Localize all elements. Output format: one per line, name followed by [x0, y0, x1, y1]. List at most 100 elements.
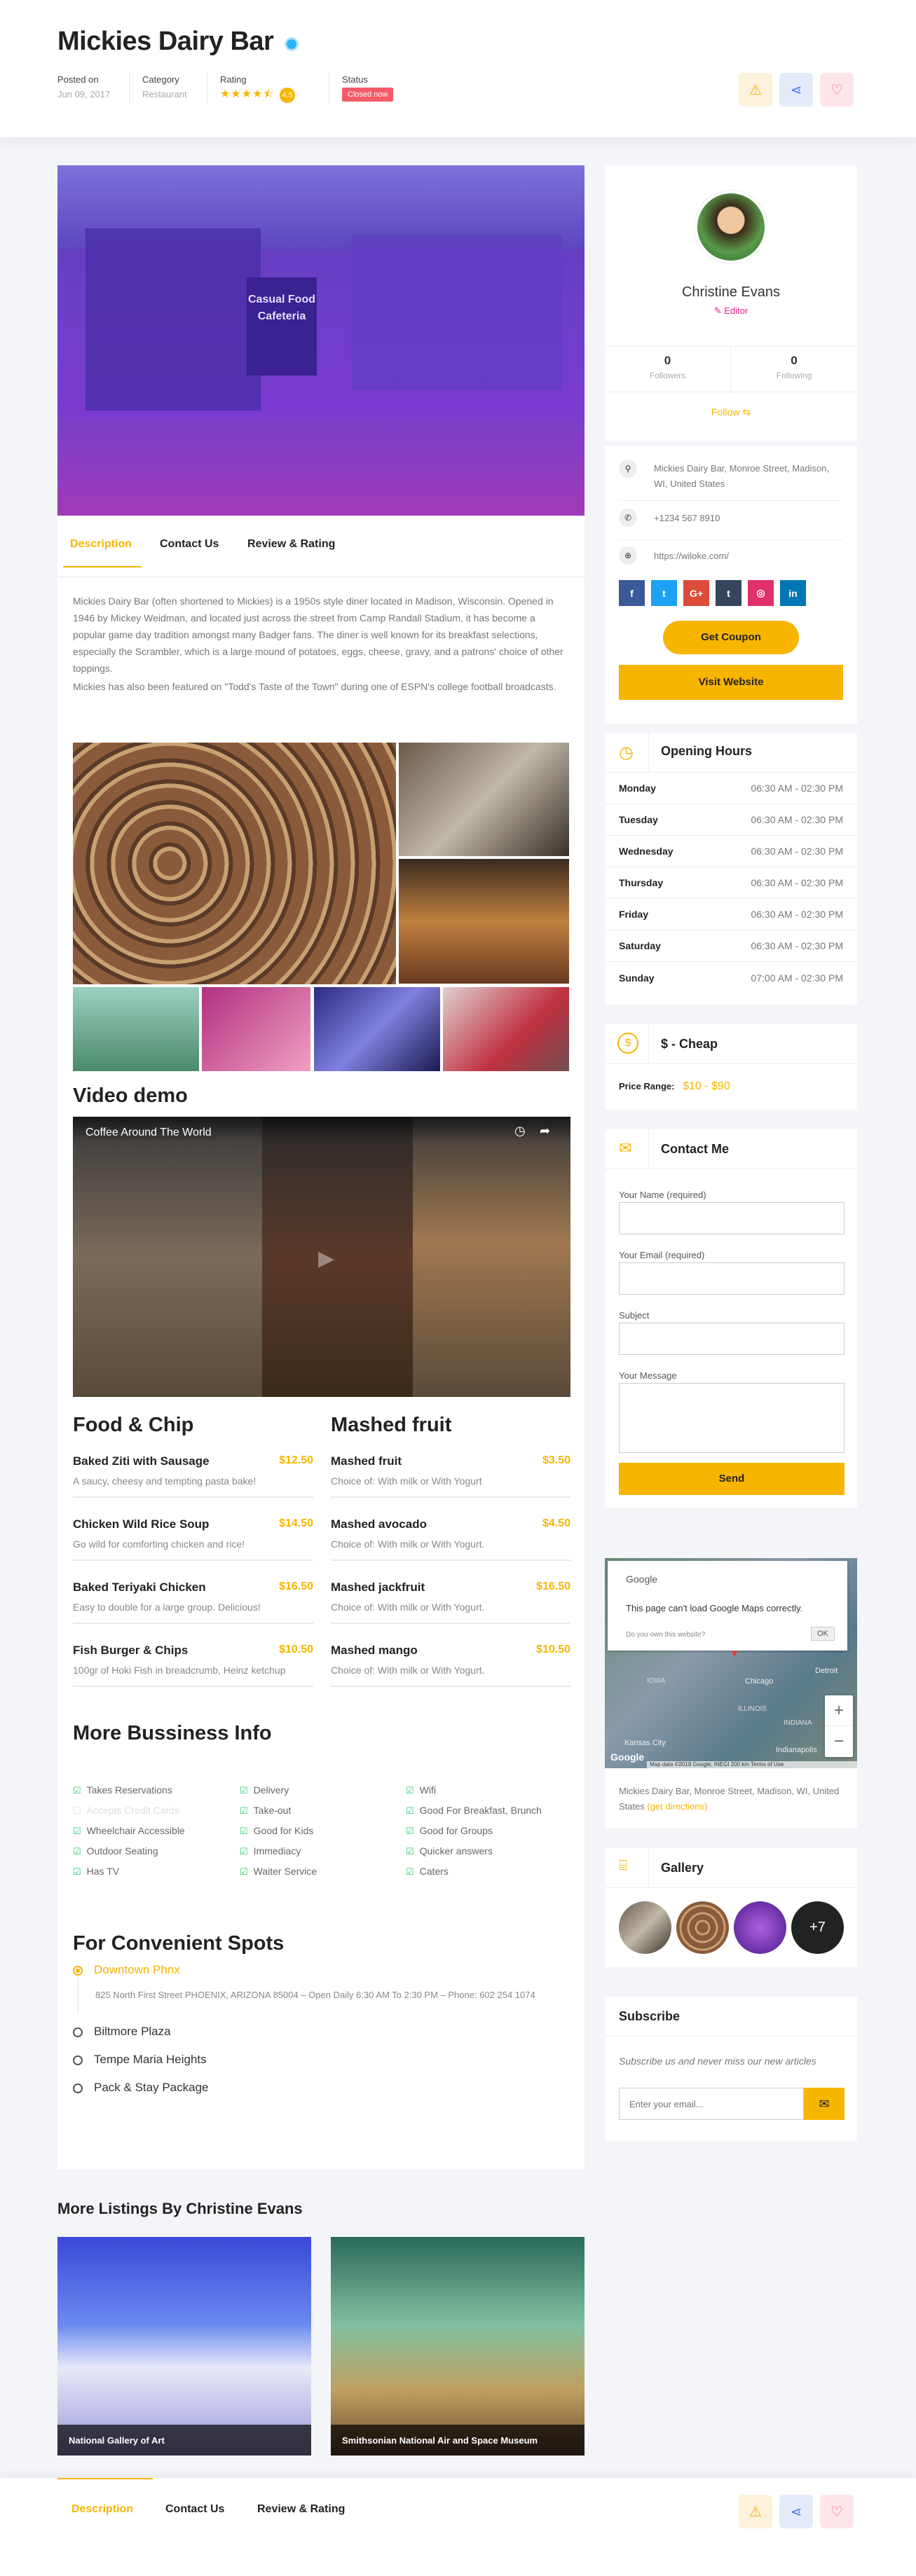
- google-logo: Google: [610, 1751, 645, 1763]
- radio-checked-icon[interactable]: [73, 1965, 83, 1976]
- bottom-tab-contact[interactable]: Contact Us: [165, 2503, 224, 2516]
- favorite-button[interactable]: ♡: [820, 73, 854, 106]
- radio-icon[interactable]: [73, 2055, 83, 2065]
- gallery-more[interactable]: +7: [791, 1901, 844, 1954]
- favorite-button[interactable]: ♡: [820, 2495, 854, 2528]
- category-meta[interactable]: Category Restaurant: [142, 74, 187, 99]
- rating-meta: Rating ★★★★⯪ 4.5: [220, 74, 296, 105]
- map-embed[interactable]: IOWA ILLINOIS INDIANA Chicago Detroit Ka…: [605, 1558, 857, 1768]
- spot-item[interactable]: Biltmore Plaza: [73, 2025, 570, 2039]
- description-text: Mickies has also been featured on "Todd'…: [73, 681, 556, 692]
- directions-link[interactable]: (get directions): [647, 1801, 707, 1812]
- subject-input[interactable]: [619, 1323, 845, 1355]
- map-attribution: Map data ©2018 Google, INEGI 200 km Term…: [647, 1761, 857, 1768]
- hero-image: Casual Food Cafeteria: [57, 165, 585, 516]
- following-count: 0: [791, 354, 798, 367]
- bottom-tab-description[interactable]: Description: [71, 2503, 133, 2516]
- twitter-icon[interactable]: t: [651, 580, 677, 606]
- spot-item[interactable]: Pack & Stay Package: [73, 2081, 570, 2095]
- contact-form-heading: Contact Me: [661, 1142, 730, 1156]
- tab-contact[interactable]: Contact Us: [160, 538, 219, 551]
- share-icon[interactable]: ➦: [540, 1124, 550, 1138]
- tab-description[interactable]: Description: [70, 538, 132, 551]
- instagram-icon[interactable]: ◎: [748, 580, 774, 606]
- business-heading: More Bussiness Info: [73, 1722, 272, 1744]
- gallery-photo[interactable]: [314, 987, 440, 1071]
- map-error-text: This page can't load Google Maps correct…: [626, 1603, 803, 1613]
- radio-icon[interactable]: [73, 2027, 83, 2037]
- gallery-thumb[interactable]: [734, 1901, 786, 1954]
- warning-icon: ⚠: [749, 2504, 762, 2520]
- zoom-out-button[interactable]: −: [825, 1726, 853, 1757]
- name-input[interactable]: [619, 1202, 845, 1234]
- check-icon: ☑: [406, 1826, 414, 1836]
- map-own-text[interactable]: Do you own this website?: [626, 1631, 705, 1639]
- author-name[interactable]: Christine Evans: [605, 284, 857, 301]
- listing-card[interactable]: National Gallery of Art: [57, 2237, 311, 2456]
- video-player[interactable]: Coffee Around The World ◷ ➦ ▶: [73, 1117, 570, 1397]
- amenity-item: ☑ Immediacy: [240, 1845, 301, 1857]
- subject-label: Subject: [619, 1310, 650, 1321]
- subscribe-button[interactable]: ✉: [804, 2088, 845, 2120]
- radio-icon[interactable]: [73, 2083, 83, 2093]
- gallery-photo[interactable]: [443, 987, 569, 1071]
- facebook-icon[interactable]: f: [619, 580, 645, 606]
- heart-icon: ♡: [830, 82, 843, 98]
- gallery-photo[interactable]: [73, 987, 199, 1071]
- bottom-tab-reviews[interactable]: Review & Rating: [257, 2503, 345, 2516]
- report-button[interactable]: ⚠: [739, 73, 772, 106]
- clock-icon[interactable]: ◷: [514, 1124, 526, 1138]
- gallery-thumb[interactable]: [676, 1901, 729, 1954]
- hours-heading: Opening Hours: [661, 744, 752, 758]
- subscribe-email-input[interactable]: [619, 2088, 804, 2120]
- message-textarea[interactable]: [619, 1383, 845, 1453]
- check-icon: ☑: [73, 1826, 81, 1836]
- linkedin-icon[interactable]: in: [780, 580, 806, 606]
- follow-button[interactable]: Follow ⇆: [605, 406, 857, 418]
- visit-website-button[interactable]: Visit Website: [619, 665, 843, 700]
- gallery-photo[interactable]: [399, 743, 569, 856]
- menu-list: Mashed fruit $3.50 Choice of: With milk …: [331, 1454, 570, 1707]
- gallery-photo[interactable]: [73, 743, 396, 984]
- map-marker-icon[interactable]: ▼: [730, 1648, 739, 1659]
- report-button[interactable]: ⚠: [739, 2495, 772, 2528]
- check-icon: ☐: [73, 1805, 81, 1816]
- check-icon: ☑: [240, 1826, 248, 1836]
- spot-item[interactable]: Tempe Maria Heights: [73, 2053, 570, 2067]
- gallery-thumb[interactable]: [619, 1901, 671, 1954]
- amenity-item: ☑ Has TV: [73, 1866, 120, 1877]
- zoom-controls: + −: [825, 1695, 853, 1757]
- listing-card-title[interactable]: Smithsonian National Air and Space Museu…: [342, 2435, 538, 2446]
- gallery-photo[interactable]: [202, 987, 310, 1071]
- phone-text[interactable]: +1234 567 8910: [654, 513, 720, 523]
- share-button[interactable]: ⋖: [779, 2495, 813, 2528]
- spot-active[interactable]: Downtown Phnx: [73, 1963, 570, 1977]
- zoom-in-button[interactable]: +: [825, 1695, 853, 1726]
- video-title[interactable]: Coffee Around The World: [86, 1127, 212, 1139]
- price-card: $ $ - Cheap Price Range: $10 - $90: [605, 1024, 857, 1110]
- amenity-item: ☑ Good for Groups: [406, 1825, 493, 1836]
- menu-item: Mashed avocado $4.50 Choice of: With mil…: [331, 1517, 570, 1580]
- check-icon: ☑: [406, 1846, 414, 1857]
- posted-meta: Posted on Jun 09, 2017: [57, 74, 111, 99]
- listing-card-title[interactable]: National Gallery of Art: [69, 2435, 165, 2446]
- map-address: Mickies Dairy Bar, Monroe Street, Madiso…: [619, 1786, 840, 1812]
- email-input[interactable]: [619, 1262, 845, 1295]
- avatar[interactable]: [695, 191, 767, 263]
- check-icon: ☑: [240, 1805, 248, 1816]
- get-coupon-button[interactable]: Get Coupon: [663, 621, 799, 654]
- share-button[interactable]: ⋖: [779, 73, 813, 106]
- google-plus-icon[interactable]: G+: [683, 580, 709, 606]
- spots-heading: For Convenient Spots: [73, 1932, 285, 1955]
- gallery-photo[interactable]: [399, 859, 569, 984]
- subscribe-heading: Subscribe: [619, 2009, 681, 2023]
- listing-card[interactable]: Smithsonian National Air and Space Museu…: [331, 2237, 585, 2456]
- menu-heading: Food & Chip: [73, 1414, 194, 1436]
- map-ok-button[interactable]: OK: [811, 1627, 835, 1641]
- tumblr-icon[interactable]: t: [716, 580, 741, 606]
- send-button[interactable]: Send: [619, 1463, 845, 1495]
- play-icon[interactable]: ▶: [318, 1246, 334, 1271]
- tab-reviews[interactable]: Review & Rating: [247, 538, 335, 551]
- website-link[interactable]: https://wiloke.com/: [654, 551, 729, 561]
- amenity-item: ☑ Good For Breakfast, Brunch: [406, 1805, 542, 1816]
